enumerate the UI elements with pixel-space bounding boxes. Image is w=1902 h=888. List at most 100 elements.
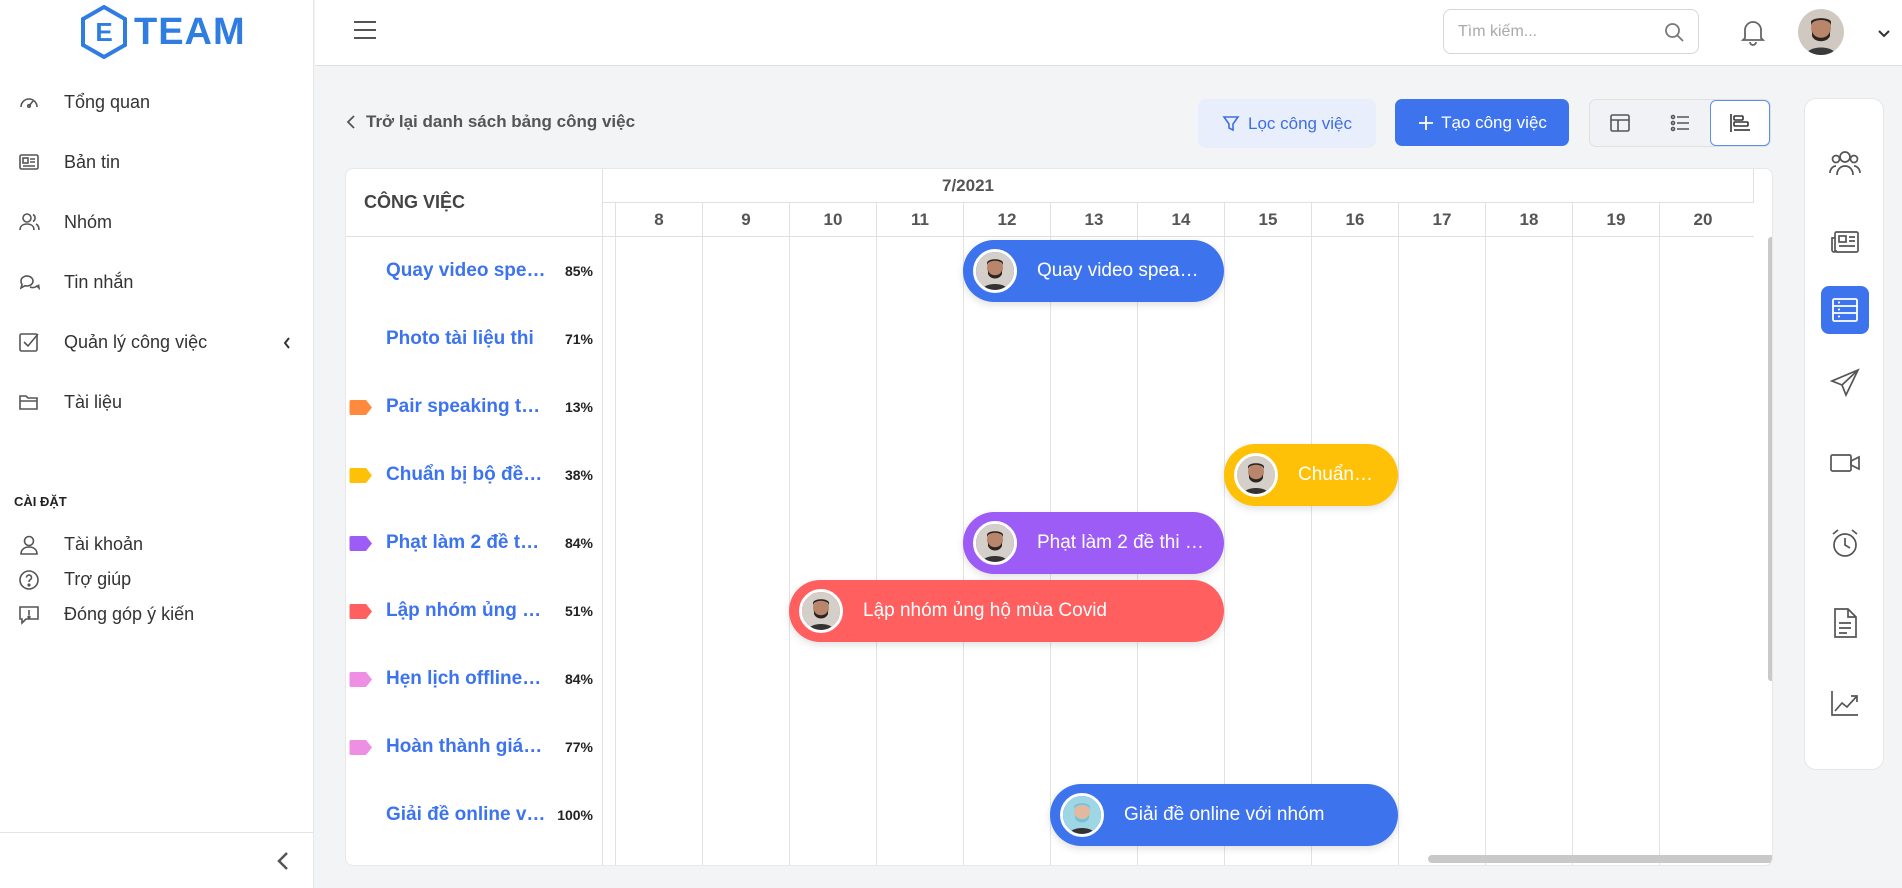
nav-item-account[interactable]: Tài khoản	[0, 527, 314, 562]
day-header-cell: 12	[963, 203, 1050, 237]
day-gridline	[702, 237, 703, 865]
vertical-scrollbar[interactable]	[1768, 237, 1772, 681]
chevron-down-icon[interactable]	[1877, 26, 1891, 44]
day-header-cell: 10	[789, 203, 876, 237]
user-avatar[interactable]	[1798, 9, 1844, 55]
nav-label: Tài khoản	[64, 534, 144, 554]
task-name[interactable]: Quay video speaking	[386, 260, 546, 282]
list-board-icon[interactable]	[1821, 286, 1869, 334]
day-header-cell: 13	[1050, 203, 1137, 237]
gantt-bar[interactable]: Lập nhóm ủng hộ mùa Covid	[789, 580, 1224, 642]
video-icon[interactable]	[1821, 439, 1869, 487]
task-checkbox-icon	[18, 331, 40, 353]
logo[interactable]: E TEAM	[80, 4, 246, 60]
gantt-bar[interactable]: Phạt làm 2 đề thi vì trễ deadline	[963, 512, 1224, 574]
day-header-cell: 15	[1224, 203, 1311, 237]
chevron-left-icon	[346, 115, 355, 129]
send-icon[interactable]	[1821, 359, 1869, 407]
filter-tasks-button[interactable]: Lọc công việc	[1198, 99, 1376, 148]
task-row[interactable]: Phạt làm 2 đề thi vì trễ deadline 84%	[346, 509, 603, 577]
task-progress: 51%	[564, 603, 593, 619]
gantt-icon	[1730, 114, 1750, 132]
task-name[interactable]: Photo tài liệu thi	[386, 328, 546, 350]
sidebar-footer	[0, 832, 314, 888]
day-header-cell: 8	[615, 203, 702, 237]
settings-nav: Tài khoản Trợ giúp Đóng góp ý kiến	[0, 527, 314, 632]
assignee-avatar[interactable]	[1234, 453, 1278, 497]
search-input[interactable]	[1458, 22, 1658, 41]
task-name[interactable]: Hoàn thành giáo trình	[386, 736, 546, 758]
folder-icon	[18, 391, 40, 413]
task-row[interactable]: Chuẩn bị bộ đề thi 38%	[346, 441, 603, 509]
gantt-bar-label: Quay video speaking	[1037, 260, 1215, 281]
hamburger-menu-icon[interactable]	[353, 20, 377, 45]
nav-item-messages[interactable]: Tin nhắn	[0, 252, 314, 312]
document-icon[interactable]	[1821, 599, 1869, 647]
plus-icon	[1419, 115, 1434, 130]
team-icon[interactable]	[1821, 139, 1869, 187]
nav-item-feedback[interactable]: Đóng góp ý kiến	[0, 597, 314, 632]
task-row[interactable]: Lập nhóm ủng hộ mùa Covid 51%	[346, 577, 603, 645]
label-tag-icon	[349, 739, 373, 756]
assignee-avatar[interactable]	[973, 521, 1017, 565]
horizontal-scrollbar[interactable]	[1428, 855, 1772, 863]
nav-label: Tài liệu	[64, 391, 123, 412]
gantt-view-button[interactable]	[1709, 100, 1770, 146]
newspaper-icon[interactable]	[1821, 219, 1869, 267]
task-name[interactable]: Hẹn lịch offline nhóm	[386, 668, 546, 690]
day-gridline	[1659, 237, 1660, 865]
chevron-left-icon[interactable]	[282, 334, 292, 355]
task-name[interactable]: Chuẩn bị bộ đề thi	[386, 464, 546, 486]
logo-hexagon-icon: E	[81, 5, 127, 59]
days-header: 8 9 10 11 12 13 14 15 16 17 18 19 20	[603, 203, 1754, 237]
back-link-label: Trở lại danh sách bảng công việc	[366, 112, 636, 131]
task-name[interactable]: Lập nhóm ủng hộ mùa Covid	[386, 600, 546, 622]
day-gridline	[789, 237, 790, 865]
nav-item-documents[interactable]: Tài liệu	[0, 372, 314, 432]
task-row[interactable]: Hẹn lịch offline nhóm 84%	[346, 645, 603, 713]
task-row[interactable]: Giải đề online với nhóm 100%	[346, 781, 603, 849]
nav-item-help[interactable]: Trợ giúp	[0, 562, 314, 597]
nav-label: Tin nhắn	[64, 271, 134, 292]
task-row[interactable]: Hoàn thành giáo trình 77%	[346, 713, 603, 781]
top-header	[315, 0, 1902, 66]
nav-item-overview[interactable]: Tổng quan	[0, 72, 314, 132]
task-name[interactable]: Phạt làm 2 đề thi vì trễ deadline	[386, 532, 546, 554]
chat-icon	[18, 271, 40, 293]
day-header-cell: 14	[1137, 203, 1224, 237]
board-view-button[interactable]	[1590, 100, 1650, 146]
back-to-boards-link[interactable]: Trở lại danh sách bảng công việc	[346, 112, 635, 132]
task-name[interactable]: Pair speaking test	[386, 396, 546, 418]
logo-text: TEAM	[134, 10, 246, 53]
nav-item-groups[interactable]: Nhóm	[0, 192, 314, 252]
task-progress: 85%	[564, 263, 593, 279]
task-row[interactable]: Photo tài liệu thi 71%	[346, 305, 603, 373]
day-header-cell: 19	[1572, 203, 1659, 237]
settings-section-title: CÀI ĐẶT	[14, 494, 67, 509]
gantt-chart: CÔNG VIỆC Quay video speaking 85% Photo tà…	[345, 168, 1773, 866]
assignee-avatar[interactable]	[1060, 793, 1104, 837]
nav-label: Đóng góp ý kiến	[64, 604, 195, 624]
assignee-avatar[interactable]	[973, 249, 1017, 293]
task-row[interactable]: Pair speaking test 13%	[346, 373, 603, 441]
nav-item-news[interactable]: Bản tin	[0, 132, 314, 192]
collapse-sidebar-icon[interactable]	[276, 851, 290, 876]
gantt-bar[interactable]: Chuẩn bị bộ đề thi	[1224, 444, 1398, 506]
notification-bell-icon[interactable]	[1740, 18, 1766, 51]
list-view-button[interactable]	[1650, 100, 1710, 146]
create-task-button[interactable]: Tạo công việc	[1395, 99, 1569, 146]
task-row[interactable]: Quay video speaking 85%	[346, 237, 603, 305]
gantt-bar[interactable]: Giải đề online với nhóm	[1050, 784, 1398, 846]
task-name[interactable]: Giải đề online với nhóm	[386, 804, 546, 826]
assignee-avatar[interactable]	[799, 589, 843, 633]
label-tag-icon	[349, 535, 373, 552]
alarm-icon[interactable]	[1821, 519, 1869, 567]
list-icon	[1670, 114, 1689, 132]
gantt-bar[interactable]: Quay video speaking	[963, 240, 1224, 302]
day-gridline	[876, 237, 877, 865]
feedback-icon	[18, 604, 40, 626]
nav-item-task-management[interactable]: Quản lý công việc	[0, 312, 314, 372]
search-icon[interactable]	[1664, 22, 1684, 47]
chart-icon[interactable]	[1821, 679, 1869, 727]
day-gridline	[1485, 237, 1486, 865]
